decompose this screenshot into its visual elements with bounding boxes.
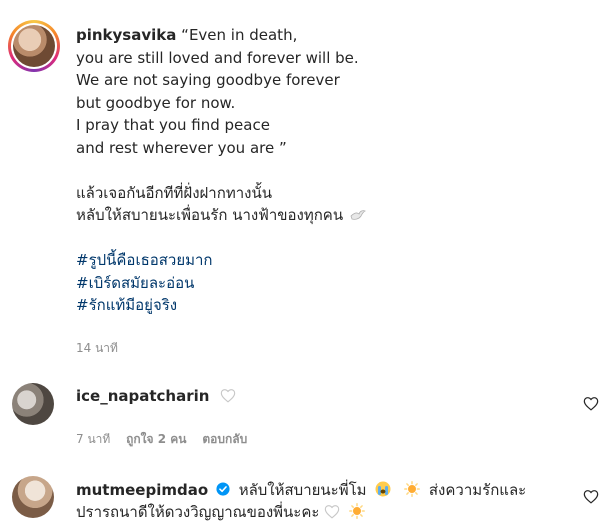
comment-meta: 7 นาที ถูกใจ 2 คน ตอบกลับ [76,430,259,449]
sun-emoji [404,481,421,497]
sun-emoji [349,503,365,519]
commenter-avatar[interactable] [12,476,54,518]
caption-meta: 14 นาที [76,339,130,358]
post-caption: pinkysavika “Even in death, you are stil… [76,24,596,317]
heart-outline-icon [325,505,340,519]
crying-face-emoji [375,481,391,497]
hashtag-link[interactable]: #รูปนี้คือเธอสวยมาก [76,249,596,272]
dove-icon [350,210,366,220]
like-comment-heart-icon[interactable] [583,396,599,411]
comment-text: หลับให้สบายนะพี่โม [238,481,367,499]
caption-author-avatar[interactable] [8,20,60,72]
comment: ice_napatcharin [76,385,236,408]
caption-line: “Even in death, [181,26,298,44]
heart-outline-icon [221,389,236,403]
caption-thai-line: หลับให้สบายนะเพื่อนรัก นางฟ้าของทุกคน [76,206,344,224]
comment-text: ปรารถนาดีให้ดวงวิญญาณของพี่นะคะ [76,503,320,521]
caption-line: We are not saying goodbye forever [76,71,340,89]
hashtag-link[interactable]: #รักแท้มีอยู่จริง [76,294,596,317]
comment-likes-count[interactable]: ถูกใจ 2 คน [126,432,186,446]
comment-continuation: ปรารถนาดีให้ดวงวิญญาณของพี่นะคะ [76,501,369,524]
caption-line: but goodbye for now. [76,93,236,112]
like-comment-heart-icon[interactable] [583,489,599,504]
comment-username[interactable]: ice_napatcharin [76,387,209,405]
comment: mutmeepimdao หลับให้สบายนะพี่โม ส่งความร… [76,479,526,502]
caption-username[interactable]: pinkysavika [76,26,176,44]
commenter-avatar[interactable] [12,383,54,425]
comment-text: ส่งความรักและ [428,481,527,499]
hashtag-link[interactable]: #เบิร์ดสมัยละอ่อน [76,272,596,295]
caption-line: I pray that you find peace [76,116,270,134]
comment-username[interactable]: mutmeepimdao [76,481,208,499]
instagram-comments-panel: pinkysavika “Even in death, you are stil… [0,0,610,527]
caption-line: and rest wherever you are ” [76,138,287,157]
reply-button[interactable]: ตอบกลับ [202,432,247,446]
comment-timestamp[interactable]: 7 นาที [76,432,110,446]
caption-line: you are still loved and forever will be. [76,48,359,67]
caption-thai-line: แล้วเจอกันอีกทีที่ฝั่งฝากทางนั้น [76,183,272,202]
verified-badge-icon [216,482,230,496]
caption-timestamp[interactable]: 14 นาที [76,341,118,355]
